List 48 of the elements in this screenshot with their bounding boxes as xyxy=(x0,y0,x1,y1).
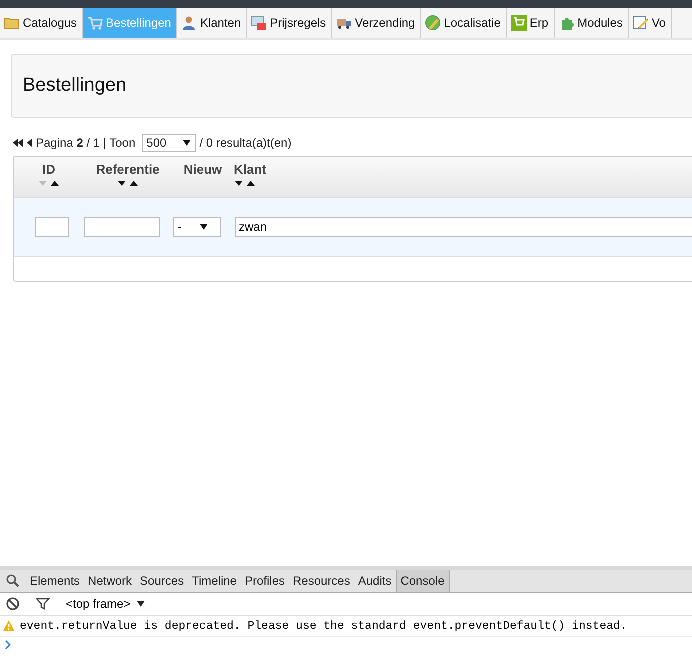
sort-arrows-icon[interactable] xyxy=(234,181,256,187)
column-header[interactable]: Nieuw xyxy=(184,162,222,177)
devtools-tab[interactable]: Console xyxy=(396,570,450,592)
caret-icon xyxy=(136,601,145,607)
filter-icon[interactable] xyxy=(36,597,50,611)
filter-field[interactable]: zwan xyxy=(235,217,692,237)
devtools-tab[interactable]: Elements xyxy=(26,570,84,592)
first-page-icon[interactable] xyxy=(13,138,23,148)
caret-icon xyxy=(182,140,191,146)
prompt-icon[interactable] xyxy=(5,640,11,650)
person-icon xyxy=(181,15,198,31)
page-info: Pagina 2 / 1 | Toon xyxy=(36,136,136,150)
devtools-tab[interactable]: Profiles xyxy=(240,570,289,592)
cart-icon xyxy=(510,15,527,31)
globe-icon xyxy=(425,15,442,31)
column-header[interactable]: Referentie xyxy=(96,162,160,177)
nav-tab[interactable]: Localisatie xyxy=(421,8,507,38)
nav-tab[interactable]: Vo xyxy=(628,8,672,38)
result-count: / 0 resulta(a)t(en) xyxy=(200,136,292,150)
clear-icon[interactable] xyxy=(6,597,20,611)
sort-arrows-icon[interactable] xyxy=(117,181,139,187)
nav-tab[interactable]: Prijsregels xyxy=(247,8,332,38)
console-message: event.returnValue is deprecated. Please use the standard event.preventDefault() instead. xyxy=(20,620,628,632)
column-header[interactable]: ID xyxy=(42,162,56,177)
nav-tab[interactable]: Erp xyxy=(506,8,555,38)
search-icon[interactable] xyxy=(6,574,20,588)
filter-select[interactable]: - xyxy=(173,217,221,237)
column-header[interactable]: Klant xyxy=(234,162,266,177)
page-title: Bestellingen xyxy=(23,75,127,97)
devtools-tab[interactable]: Timeline xyxy=(188,570,241,592)
card-icon xyxy=(251,15,268,31)
devtools-tab[interactable]: Sources xyxy=(136,570,188,592)
edit-icon xyxy=(632,15,649,31)
nav-tab[interactable]: Modules xyxy=(554,8,629,38)
warning-icon xyxy=(3,620,15,632)
devtools-tab[interactable]: Network xyxy=(84,570,136,592)
devtools-tab[interactable]: Audits xyxy=(354,570,396,592)
nav-tab[interactable]: Verzending xyxy=(332,8,422,38)
filter-field[interactable] xyxy=(35,217,69,237)
sort-arrows-icon[interactable] xyxy=(38,181,60,187)
previous-page-icon[interactable] xyxy=(27,138,32,148)
devtools-tab[interactable]: Resources xyxy=(289,570,354,592)
per-page-select[interactable]: 500 xyxy=(142,134,196,152)
caret-icon xyxy=(200,224,208,230)
nav-tab[interactable]: Klanten xyxy=(177,8,248,38)
cart-icon xyxy=(87,15,104,31)
filter-field[interactable] xyxy=(84,217,160,237)
frame-select[interactable]: <top frame> xyxy=(66,597,145,611)
